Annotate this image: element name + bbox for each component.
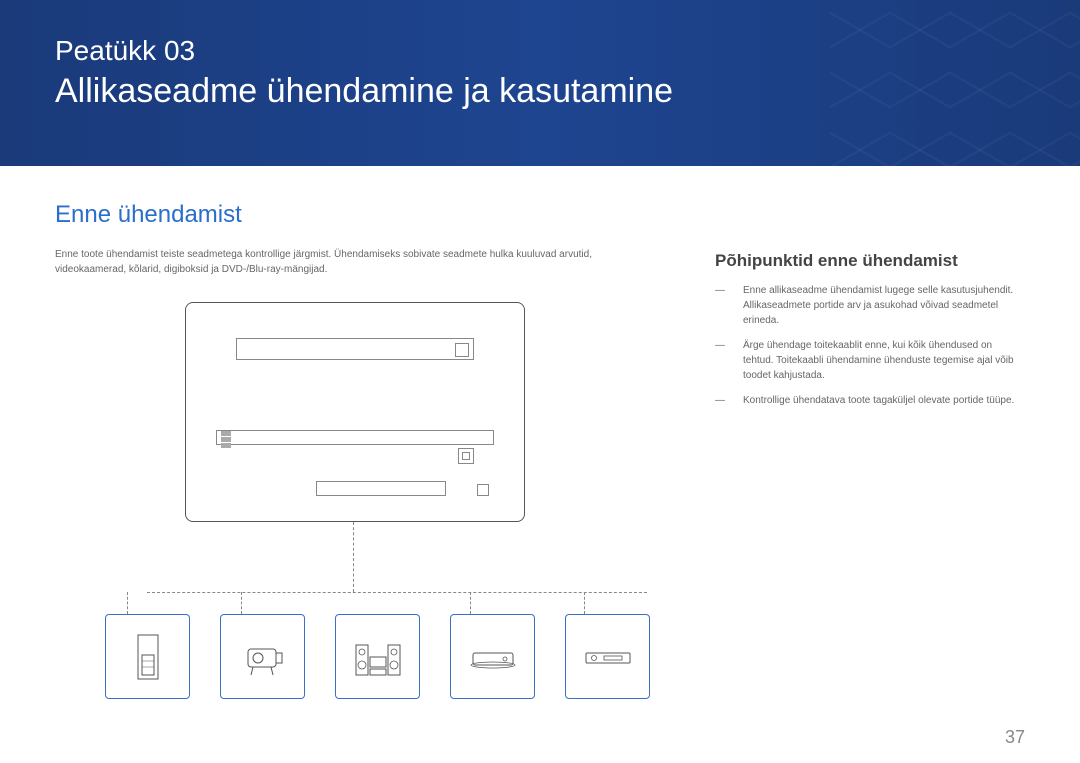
device-speakers bbox=[335, 614, 420, 699]
point-item: Kontrollige ühendatava toote tagaküljel … bbox=[715, 393, 1025, 408]
section-title: Enne ühendamist bbox=[55, 201, 655, 229]
devices-row bbox=[105, 614, 650, 699]
device-computer bbox=[105, 614, 190, 699]
page-number: 37 bbox=[1005, 727, 1025, 748]
device-camcorder bbox=[220, 614, 305, 699]
connector-vertical bbox=[353, 522, 354, 592]
point-item: Enne allikaseadme ühendamist lugege sell… bbox=[715, 283, 1025, 328]
points-list: Enne allikaseadme ühendamist lugege sell… bbox=[715, 283, 1025, 408]
device-connectors bbox=[55, 592, 655, 614]
chapter-label: Peatükk 03 bbox=[55, 35, 1025, 67]
tv-bottom-slot bbox=[316, 481, 446, 496]
connection-diagram bbox=[55, 302, 655, 522]
tv-port-right bbox=[458, 448, 474, 464]
tv-top-panel bbox=[236, 338, 474, 360]
computer-icon bbox=[118, 627, 178, 687]
speakers-icon bbox=[348, 627, 408, 687]
tv-ports-left bbox=[221, 431, 231, 451]
camcorder-icon bbox=[233, 627, 293, 687]
dvdplayer-icon bbox=[578, 627, 638, 687]
subsection-title: Põhipunktid enne ühendamist bbox=[715, 251, 1025, 271]
right-column: Põhipunktid enne ühendamist Enne allikas… bbox=[715, 201, 1025, 522]
device-dvdplayer bbox=[565, 614, 650, 699]
settopbox-icon bbox=[463, 627, 523, 687]
tv-small-port bbox=[477, 484, 489, 496]
chapter-header: Peatükk 03 Allikaseadme ühendamine ja ka… bbox=[0, 0, 1080, 166]
left-column: Enne ühendamist Enne toote ühendamist te… bbox=[55, 201, 655, 522]
point-item: Ärge ühendage toitekaablit enne, kui kõi… bbox=[715, 338, 1025, 383]
chapter-title: Allikaseadme ühendamine ja kasutamine bbox=[55, 72, 1025, 111]
content-area: Enne ühendamist Enne toote ühendamist te… bbox=[0, 166, 1080, 557]
intro-text: Enne toote ühendamist teiste seadmetega … bbox=[55, 247, 655, 277]
tv-bottom-panel bbox=[216, 430, 494, 445]
tv-illustration bbox=[185, 302, 525, 522]
device-settopbox bbox=[450, 614, 535, 699]
